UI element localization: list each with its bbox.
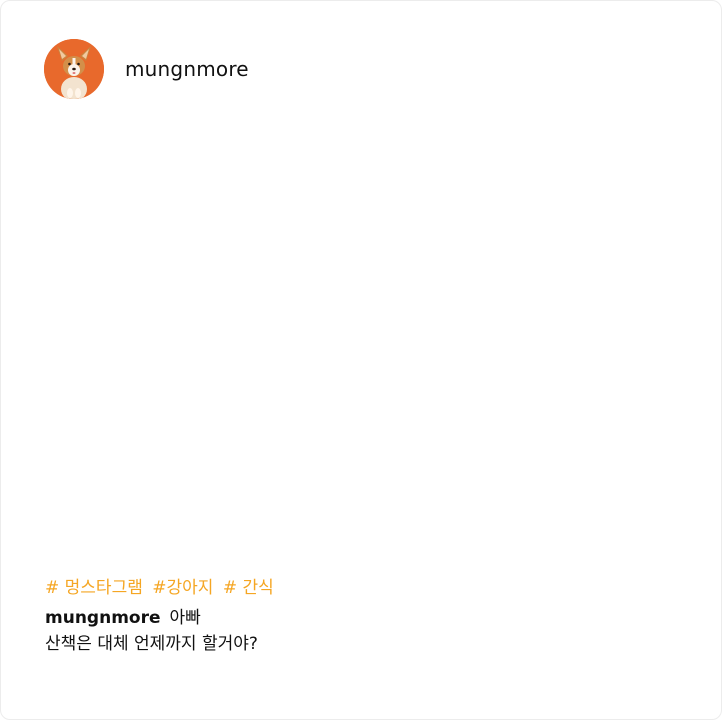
post-image[interactable] (1, 111, 721, 561)
post-caption: mungnmore 아빠 산책은 대체 언제까지 할거야? (45, 605, 258, 657)
post-username[interactable]: mungnmore (125, 57, 249, 81)
caption-author[interactable]: mungnmore (45, 608, 161, 628)
corgi-dog-icon (44, 39, 104, 99)
post-header: mungnmore (44, 39, 249, 99)
post-card: mungnmore # 멍스타그램 #강아지 # 간식 mungnmore 아빠 … (0, 0, 722, 720)
caption-first-line: mungnmore 아빠 (45, 605, 258, 631)
hashtag-list: # 멍스타그램 #강아지 # 간식 (45, 573, 274, 598)
caption-text-line1: 아빠 (169, 608, 201, 628)
avatar[interactable] (44, 39, 104, 99)
hashtag-mungstagram[interactable]: # 멍스타그램 (45, 578, 143, 598)
hashtag-snack[interactable]: # 간식 (223, 578, 274, 598)
hashtag-puppy[interactable]: #강아지 (152, 578, 213, 598)
caption-text-line2: 산책은 대체 언제까지 할거야? (45, 634, 258, 654)
